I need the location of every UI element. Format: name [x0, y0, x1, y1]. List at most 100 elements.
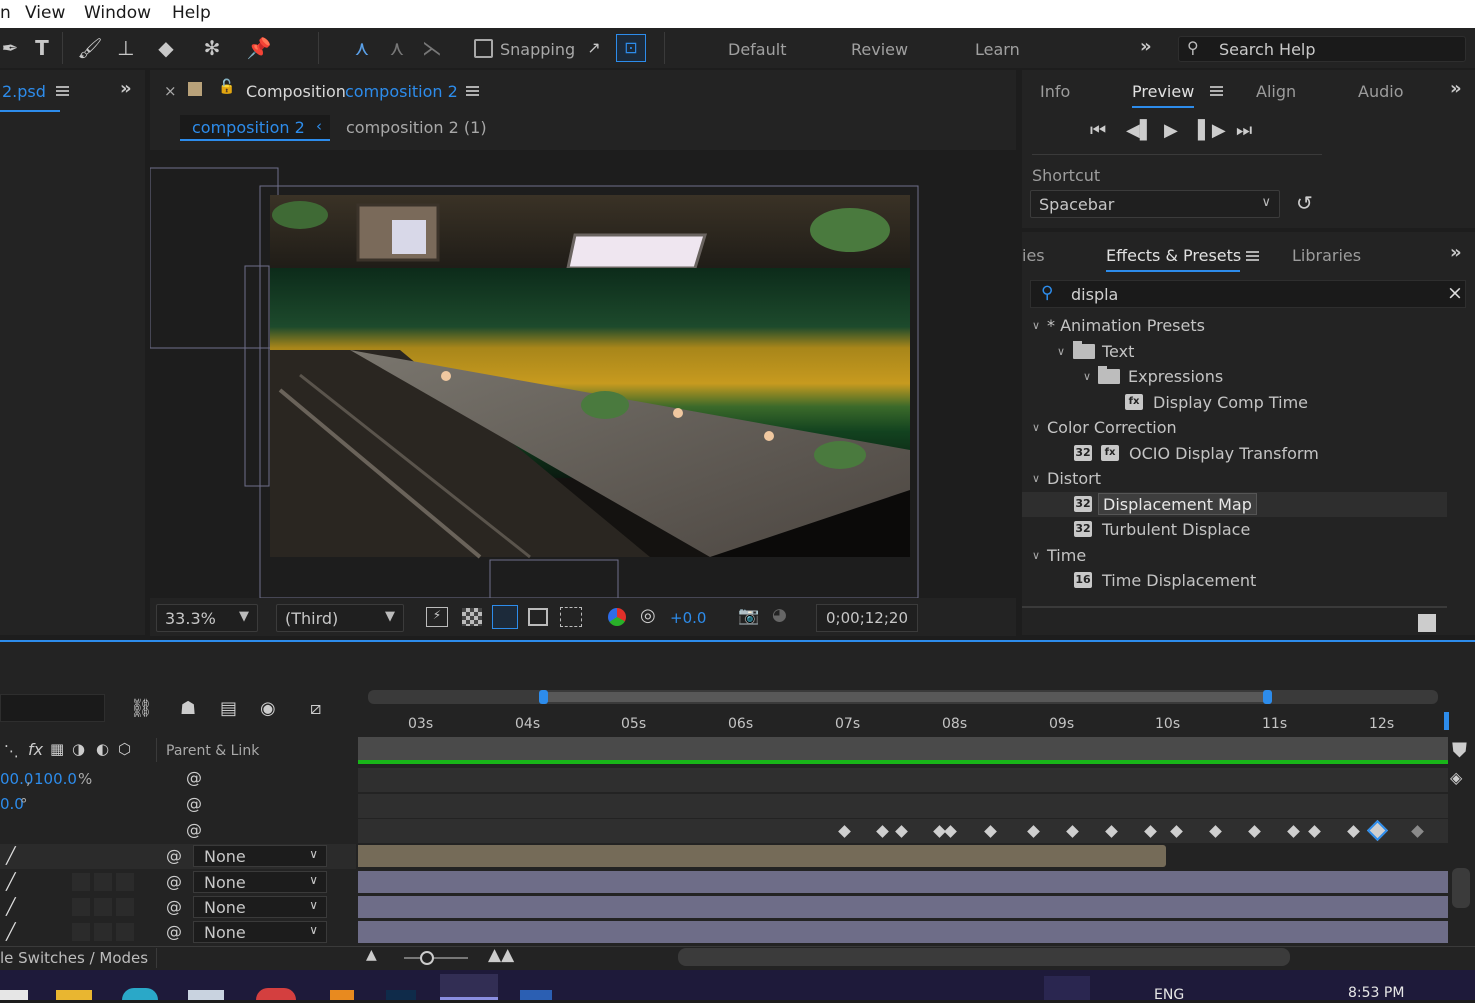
timeline-horizontal-scrollbar[interactable] — [678, 948, 1290, 966]
layer-switch-box[interactable] — [72, 898, 90, 916]
brush-tool-icon[interactable]: 🖌 — [76, 34, 104, 62]
zoom-out-icon[interactable]: ▲ — [366, 947, 377, 963]
layer-switch-box[interactable] — [94, 847, 112, 865]
parent-pickwhip-icon[interactable]: @ — [166, 872, 182, 891]
pen-tool-icon[interactable]: ✒ — [0, 34, 24, 62]
taskbar-widget[interactable] — [1044, 976, 1090, 1000]
clone-stamp-tool-icon[interactable]: ⊥ — [112, 34, 140, 62]
project-panel-menu-icon[interactable] — [56, 86, 69, 96]
close-icon[interactable]: × — [164, 82, 177, 100]
flow-other-tab[interactable]: composition 2 (1) — [346, 118, 487, 137]
tree-item-display-comp-time[interactable]: fx Display Comp Time — [1022, 390, 1447, 415]
menu-item-view[interactable]: View — [25, 3, 65, 23]
axis-world-icon[interactable]: ⋏ — [383, 34, 411, 62]
project-tab[interactable]: 2.psd — [2, 82, 46, 101]
snap-features-icon[interactable]: ⊡ — [616, 34, 646, 62]
grid-guides-icon[interactable] — [560, 607, 582, 627]
workspace-learn[interactable]: Learn — [975, 40, 1020, 59]
tree-item-distort[interactable]: ∨ Distort — [1022, 466, 1447, 491]
work-area-range[interactable] — [546, 692, 1266, 702]
mask-visibility-icon[interactable] — [492, 605, 518, 629]
first-frame-icon[interactable]: ⏮ — [1090, 120, 1106, 141]
previous-frame-icon[interactable]: ◀▌ — [1126, 120, 1154, 141]
graph-editor-icon[interactable]: ⧄ — [310, 698, 321, 719]
store-icon[interactable] — [188, 990, 224, 1000]
new-folder-icon[interactable] — [1418, 614, 1436, 632]
flow-back-icon[interactable]: ‹ — [316, 117, 322, 135]
lock-icon[interactable]: 🔓 — [218, 79, 235, 95]
tab-info[interactable]: Info — [1040, 82, 1070, 101]
quality-switch-icon[interactable]: ╱ — [6, 846, 16, 865]
layer-duration-bar[interactable] — [358, 871, 1448, 893]
frame-blend-switch-icon[interactable]: ▦ — [50, 740, 64, 758]
roto-brush-tool-icon[interactable]: ✻ — [198, 34, 226, 62]
flow-active-tab[interactable]: composition 2 ‹ — [180, 115, 330, 141]
adjustment-switch-icon[interactable]: ◐ — [96, 740, 109, 758]
twirl-open-icon[interactable]: ∨ — [1032, 319, 1040, 332]
layer-switch-box[interactable] — [72, 923, 90, 941]
menu-item-file[interactable]: n — [0, 3, 11, 23]
layer-switch-box[interactable] — [116, 847, 134, 865]
keyframe-nav-icon[interactable]: ◈ — [1450, 768, 1462, 787]
layer-duration-bar[interactable] — [358, 845, 1166, 867]
workspace-default[interactable]: Default — [728, 40, 786, 59]
twirl-open-icon[interactable]: ∨ — [1083, 370, 1091, 383]
layer-row[interactable]: ╱ @ None ∨ — [0, 920, 356, 945]
snapshot-camera-icon[interactable]: 📷 — [738, 606, 759, 626]
tab-properties[interactable]: ies — [1022, 246, 1045, 265]
reset-shortcut-icon[interactable]: ↺ — [1296, 191, 1313, 215]
puppet-pin-tool-icon[interactable]: 📌 — [245, 34, 273, 62]
effect-switch-icon[interactable]: fx — [28, 740, 43, 759]
layer-duration-bar[interactable] — [358, 921, 1448, 943]
layer-switch-box[interactable] — [94, 923, 112, 941]
motion-blur-icon[interactable]: ◉ — [260, 698, 276, 719]
after-effects-icon[interactable] — [440, 974, 498, 1000]
type-tool-icon[interactable]: T — [28, 34, 56, 62]
axis-view-icon[interactable]: ⋋ — [418, 34, 446, 62]
input-language[interactable]: ENG — [1154, 987, 1184, 1003]
tree-item-time[interactable]: ∨ Time — [1022, 543, 1447, 568]
expression-pickwhip-icon[interactable]: @ — [186, 768, 202, 787]
shortcut-dropdown[interactable]: Spacebar ∨ — [1030, 190, 1280, 218]
workspace-overflow-icon[interactable]: » — [1140, 36, 1152, 57]
exposure-value[interactable]: +0.0 — [670, 609, 706, 627]
tree-item-ocio-display-transform[interactable]: 32 fx OCIO Display Transform — [1022, 441, 1447, 466]
file-explorer-icon[interactable] — [56, 990, 92, 1000]
effects-panel-overflow-icon[interactable]: » — [1450, 242, 1462, 263]
transparency-grid-icon[interactable] — [462, 608, 482, 626]
tree-item-displacement-map[interactable]: 32 Displacement Map — [1022, 492, 1447, 517]
layer-switch-box[interactable] — [116, 873, 134, 891]
toggle-switches-modes[interactable]: le Switches / Modes — [0, 949, 148, 967]
tab-align[interactable]: Align — [1256, 82, 1296, 101]
motion-blur-switch-icon[interactable]: ◑ — [72, 740, 85, 758]
layer-switch-box[interactable] — [72, 873, 90, 891]
workspace-review[interactable]: Review — [851, 40, 908, 59]
layer-switch-box[interactable] — [94, 873, 112, 891]
tab-audio[interactable]: Audio — [1358, 82, 1403, 101]
last-frame-icon[interactable]: ⏭ — [1236, 120, 1252, 141]
switch-shy-icon[interactable]: ⋱ — [4, 742, 19, 760]
layer-duration-bar[interactable] — [358, 896, 1448, 918]
twirl-open-icon[interactable]: ∨ — [1032, 421, 1040, 434]
work-area-end-handle[interactable] — [1263, 690, 1272, 704]
parent-pickwhip-icon[interactable]: @ — [166, 922, 182, 941]
exposure-reset-icon[interactable]: ◎ — [640, 605, 656, 626]
tree-item-time-displacement[interactable]: 16 Time Displacement — [1022, 568, 1447, 593]
layer-switch-box[interactable] — [116, 923, 134, 941]
quality-switch-icon[interactable]: ╱ — [6, 872, 16, 891]
tree-item-expressions[interactable]: ∨ Expressions — [1022, 364, 1447, 389]
taskbar-app-icon[interactable] — [0, 990, 28, 1000]
playhead-marker[interactable] — [1444, 712, 1449, 730]
system-clock[interactable]: 8:53 PM — [1348, 985, 1404, 1001]
tree-item-text[interactable]: ∨ Text — [1022, 339, 1447, 364]
region-of-interest-icon[interactable] — [528, 608, 548, 626]
eraser-tool-icon[interactable]: ◆ — [152, 34, 180, 62]
current-time-display[interactable]: 0;00;12;20 — [816, 604, 918, 632]
clear-search-icon[interactable]: × — [1447, 282, 1463, 304]
layer-switch-box[interactable] — [94, 898, 112, 916]
parent-pickwhip-icon[interactable]: @ — [166, 846, 182, 865]
zoom-dropdown[interactable]: 33.3% ▼ — [156, 604, 258, 632]
timeline-search-field[interactable] — [0, 694, 105, 722]
work-area-start-handle[interactable] — [539, 690, 548, 704]
taskbar-app-icon[interactable] — [330, 990, 354, 1000]
